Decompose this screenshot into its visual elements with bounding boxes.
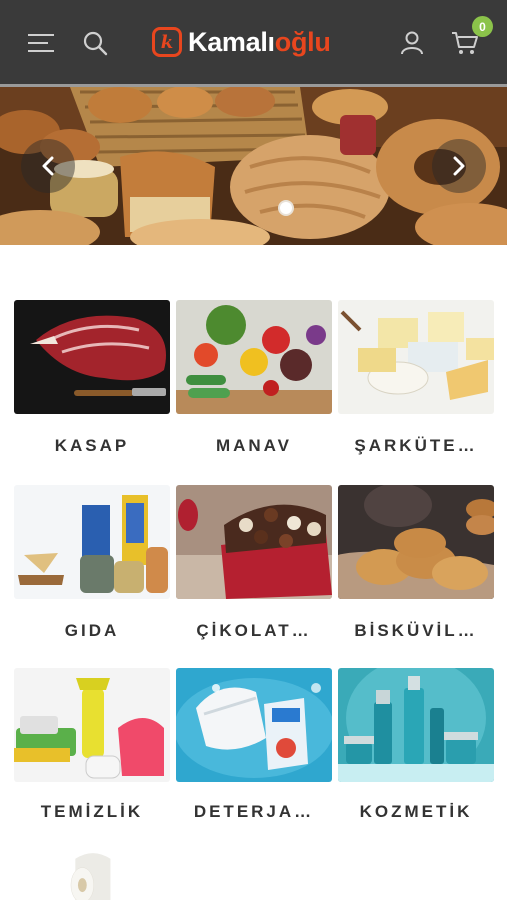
category-manav[interactable]: MANAV	[176, 300, 332, 455]
category-kagit[interactable]	[14, 850, 170, 900]
slider-next-button[interactable]	[432, 139, 486, 193]
category-kasap[interactable]: KASAP	[14, 300, 170, 455]
category-image-chocolate	[176, 485, 332, 599]
category-image-vegetables	[176, 300, 332, 414]
category-image-toilet-paper	[57, 850, 127, 900]
menu-icon	[28, 34, 54, 52]
category-gida[interactable]: GIDA	[14, 485, 170, 640]
category-image-cleaning	[14, 668, 170, 782]
category-deterjan[interactable]: DETERJA…	[176, 668, 332, 821]
slider-prev-button[interactable]	[21, 139, 75, 193]
category-label: MANAV	[215, 436, 293, 455]
category-label: KASAP	[54, 436, 130, 455]
cart-count-badge: 0	[472, 16, 493, 37]
hero-slider[interactable]	[0, 87, 507, 245]
category-biskuvi[interactable]: BİSKÜVİL…	[338, 485, 494, 640]
search-button[interactable]	[78, 26, 112, 60]
category-sarkuteri[interactable]: ŞARKÜTE…	[338, 300, 494, 455]
category-image-meat	[14, 300, 170, 414]
category-temizlik[interactable]: TEMİZLİK	[14, 668, 170, 821]
category-image-detergent	[176, 668, 332, 782]
category-label: DETERJA…	[193, 802, 315, 821]
logo-text: Kamalıoğlu	[188, 27, 331, 58]
category-image-cosmetics	[338, 668, 494, 782]
category-label: TEMİZLİK	[40, 802, 144, 821]
category-cikolata[interactable]: ÇİKOLAT…	[176, 485, 332, 640]
category-label: GIDA	[64, 621, 120, 640]
menu-button[interactable]	[24, 26, 58, 60]
slider-dot[interactable]	[278, 200, 294, 216]
search-icon	[83, 31, 108, 56]
app-header: k Kamalıoğlu 0	[0, 0, 507, 84]
category-kozmetik[interactable]: KOZMETİK	[338, 668, 494, 821]
brand-logo[interactable]: k Kamalıoğlu	[152, 24, 331, 60]
logo-text-accent: oğlu	[274, 26, 331, 57]
logo-mark-icon: k	[152, 27, 182, 57]
category-image-cheese	[338, 300, 494, 414]
category-label: KOZMETİK	[359, 802, 473, 821]
category-label: ŞARKÜTE…	[354, 436, 478, 455]
category-label: ÇİKOLAT…	[196, 621, 312, 640]
category-image-cookies	[338, 485, 494, 599]
chevron-right-icon	[453, 156, 465, 176]
user-icon	[401, 31, 423, 55]
category-image-dry-food	[14, 485, 170, 599]
logo-text-main: Kamalı	[188, 26, 275, 57]
chevron-left-icon	[42, 156, 54, 176]
account-button[interactable]	[395, 26, 429, 60]
bakery-slide-image	[0, 87, 507, 245]
category-label: BİSKÜVİL…	[354, 621, 478, 640]
